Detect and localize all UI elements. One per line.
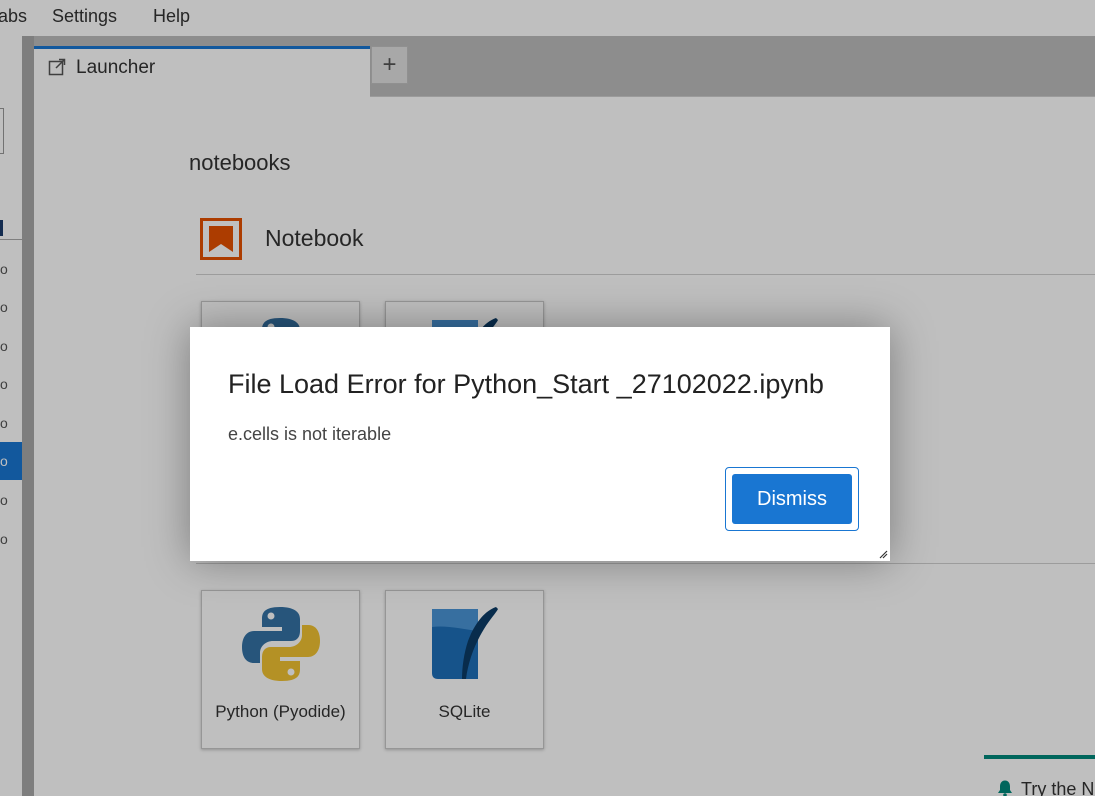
dialog-title: File Load Error for Python_Start _271020… — [228, 369, 824, 399]
dismiss-focus-ring: Dismiss — [725, 467, 859, 531]
error-dialog: File Load Error for Python_Start _271020… — [190, 327, 890, 561]
resize-handle-icon[interactable] — [878, 549, 888, 559]
dialog-message: e.cells is not iterable — [228, 424, 392, 444]
dismiss-button[interactable]: Dismiss — [732, 474, 852, 524]
